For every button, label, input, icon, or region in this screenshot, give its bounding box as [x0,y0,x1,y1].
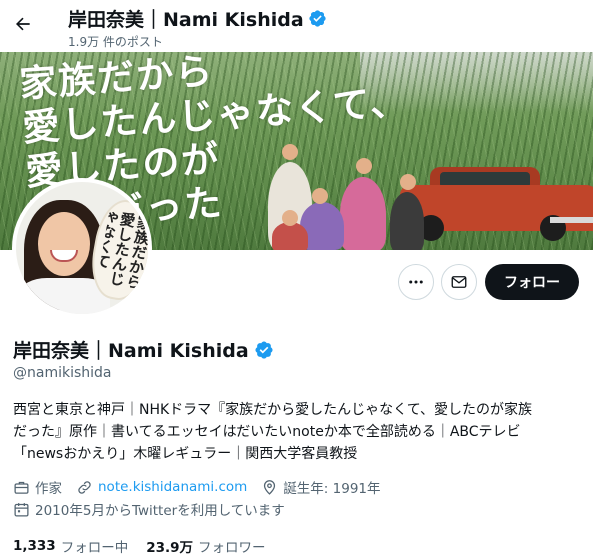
header-name-text: 岸田奈美｜Nami Kishida [68,9,304,31]
bio-line: 「newsおかえり」木曜レギュラー｜関西大学客員教授 [13,446,358,462]
verified-badge-icon[interactable] [254,340,274,360]
joined-text: 2010年5月からTwitterを利用しています [35,503,285,519]
banner-person [272,222,308,250]
followers-count: 23.9万 [146,540,194,556]
avatar[interactable]: 家族だから愛したんじゃなくて [12,178,152,318]
following-link[interactable]: 1,333 フォロー中 [13,536,128,556]
following-count: 1,333 [13,538,56,554]
banner-car [400,167,593,241]
verified-badge-icon [308,9,327,28]
profile-header-bar: 岸田奈美｜Nami Kishida 1.9万 件のポスト [0,0,593,52]
profile-display-name: 岸田奈美｜Nami Kishida [13,336,274,363]
message-button[interactable] [441,264,477,300]
occupation-text: 作家 [35,481,62,497]
profile-joined-row: 2010年5月からTwitterを利用しています [13,499,299,519]
briefcase-icon [13,479,30,496]
website-link[interactable]: note.kishidanami.com [98,479,247,495]
more-icon [407,273,425,291]
location-icon [261,479,278,496]
following-label: フォロー中 [60,540,129,556]
bio-line: だった』原作｜書いてるエッセイはだいたいnoteか本で全部読める｜ABCテレビ [13,424,521,440]
bio-line: 西宮と東京と神戸｜NHKドラマ『家族だから愛したんじゃなくて、愛したのが家族 [13,402,533,418]
profile-handle: @namikishida [13,365,112,381]
profile-meta-row: 作家 note.kishidanami.com 誕生年: 1991年 [13,477,395,497]
profile-bio: 西宮と東京と神戸｜NHKドラマ『家族だから愛したんじゃなくて、愛したのが家族 だ… [13,399,588,465]
calendar-icon [13,501,30,518]
link-icon [76,479,93,496]
followers-label: フォロワー [198,540,266,556]
back-arrow-icon [13,14,33,34]
joined-item: 2010年5月からTwitterを利用しています [13,499,285,519]
back-button[interactable] [8,9,38,39]
website-item: note.kishidanami.com [76,479,247,496]
follow-button[interactable]: フォロー [485,264,579,300]
birthday-text: 誕生年: 1991年 [283,481,381,497]
occupation-item: 作家 [13,477,62,497]
profile-name-text: 岸田奈美｜Nami Kishida [13,340,249,362]
header-display-name: 岸田奈美｜Nami Kishida [68,5,327,32]
follow-stats: 1,333 フォロー中 23.9万 フォロワー [13,536,284,556]
followers-link[interactable]: 23.9万 フォロワー [146,536,265,556]
birthday-item: 誕生年: 1991年 [261,477,381,497]
more-options-button[interactable] [398,264,434,300]
mail-icon [450,273,468,291]
header-post-count: 1.9万 件のポスト [68,35,163,49]
